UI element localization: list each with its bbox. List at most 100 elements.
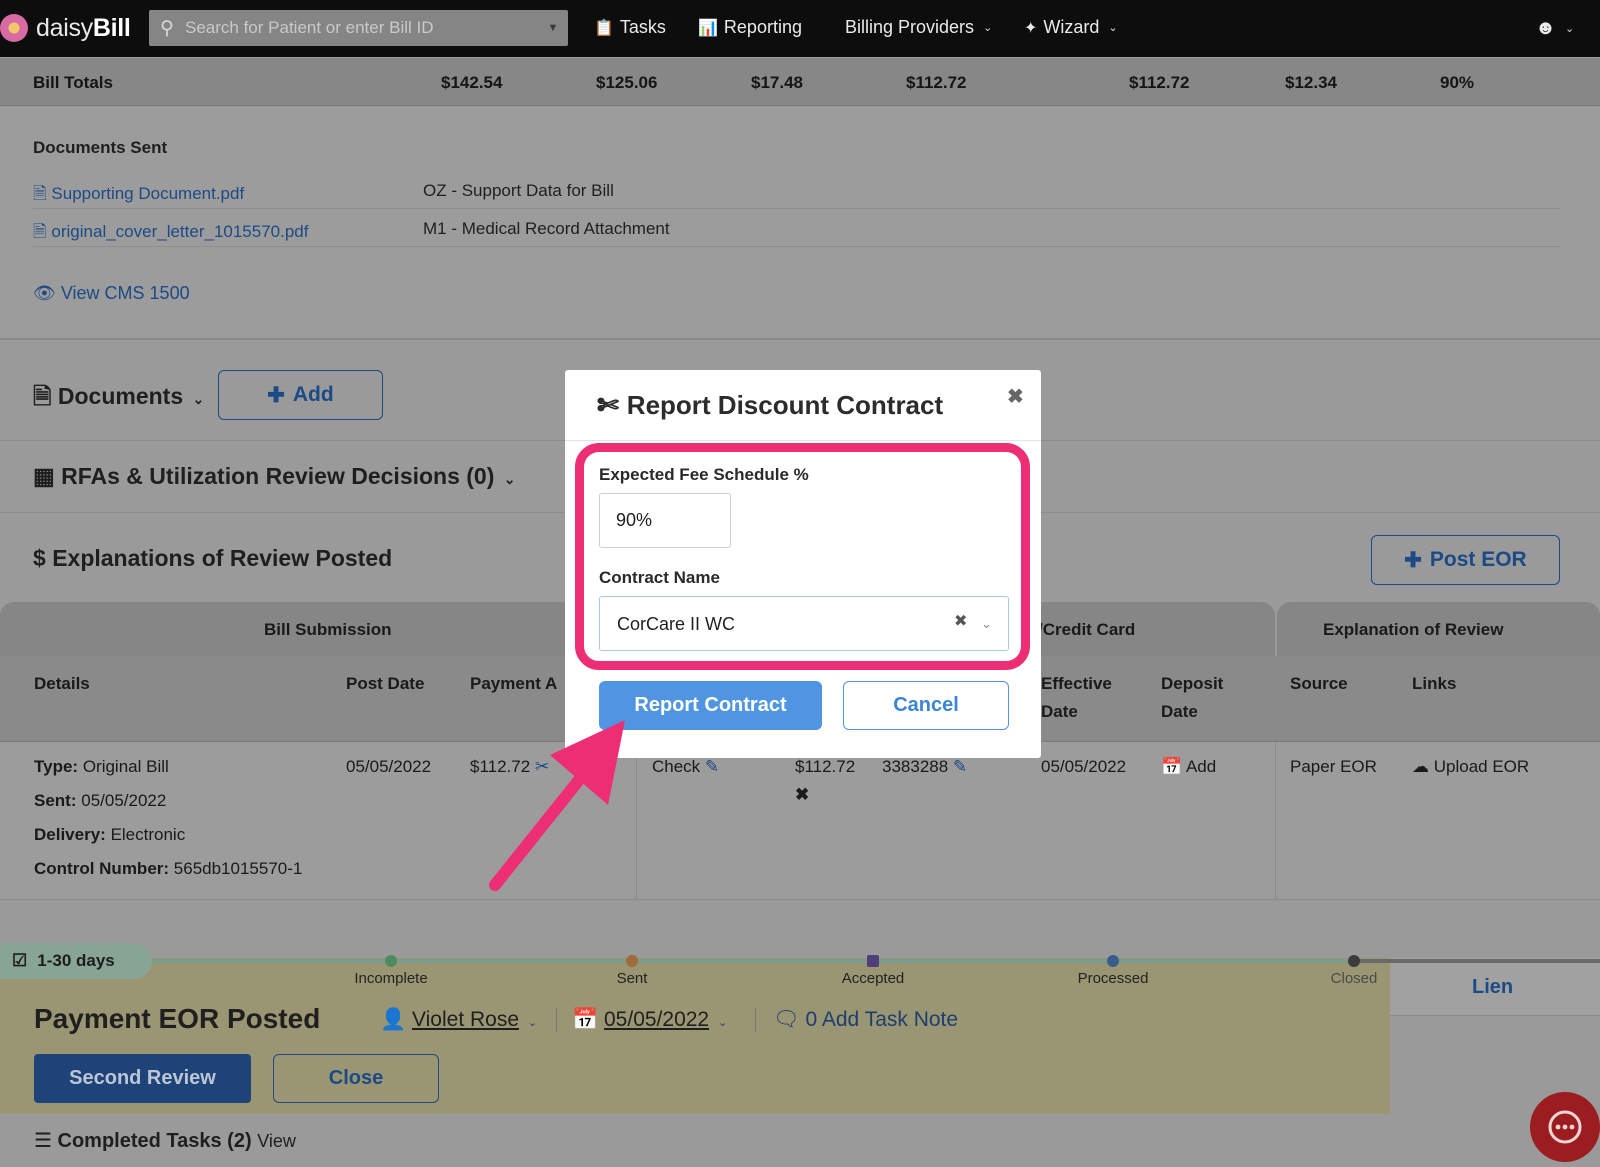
document-link[interactable]: 🗎 original_cover_letter_1015570.pdf [33,219,308,248]
add-task-note-link[interactable]: 🗨 0 Add Task Note [773,1008,958,1032]
explanation-heading: Explanation of Review [1323,620,1504,639]
rfas-section-title[interactable]: ▦ RFAs & Utilization Review Decisions (0… [33,463,516,490]
due-date-value: 05/05/2022 [604,1008,710,1031]
row-delivery: Delivery: Electronic [34,825,186,844]
nav-wizard[interactable]: ✦ Wizard ⌄ [1024,17,1118,38]
chat-button[interactable] [1530,1092,1600,1162]
magic-wand-icon: ✦ [1024,19,1038,37]
document-file-name: Supporting Document.pdf [51,184,245,203]
calculator-icon: ▦ [33,463,62,489]
plus-icon: ✚ [1404,548,1422,572]
stage-label: Sent [616,970,648,987]
user-menu[interactable]: ☻ ⌄ [1535,17,1574,40]
list-icon: ☰ [34,1130,52,1152]
pdf-icon: 🗎 [33,383,58,409]
nav-tasks[interactable]: 📋 Tasks [594,17,666,38]
cloud-upload-icon: ☁ [1412,757,1429,776]
add-deposit-date-link[interactable]: 📅 Add [1161,757,1216,777]
document-row: 🗎 Supporting Document.pdf OZ - Support D… [33,171,1561,209]
days-badge: ☑ 1-30 days [0,943,152,979]
task-status-title: Payment EOR Posted [34,1003,321,1034]
document-file-name: original_cover_letter_1015570.pdf [51,222,309,241]
documents-sent-panel: Documents Sent 🗎 Supporting Document.pdf… [0,107,1600,340]
col-payment: Payment A [470,674,558,693]
plus-icon: ✚ [267,383,285,407]
rfas-title-label: RFAs & Utilization Review Decisions (0) [61,463,495,489]
post-eor-button[interactable]: ✚ Post EOR [1371,535,1560,585]
stage-label: Incomplete [354,970,428,987]
stage-label: Closed [1330,970,1378,987]
document-description: OZ - Support Data for Bill [423,181,614,200]
brand-logo[interactable]: daisyBill [0,12,131,44]
credit-card-heading: /Credit Card [1038,620,1136,639]
nav-billing-providers[interactable]: Billing Providers ⌄ [845,17,992,38]
pdf-icon: 🗎 [33,222,52,241]
stage-label: Accepted [841,970,905,987]
upload-eor-link[interactable]: ☁ Upload EOR [1412,757,1529,777]
col-deposit-date: Deposit Date [1161,674,1224,721]
eye-icon: 👁 [33,283,61,303]
user-icon: 👤 [380,1008,407,1031]
close-icon[interactable]: ✖ [1007,384,1024,409]
clipboard-check-icon: ☑ [12,951,28,970]
bar-chart-icon: 📊 [698,19,718,37]
view-cms1500-label: View CMS 1500 [60,283,190,303]
nav-wizard-label: Wizard [1043,17,1100,37]
checkbox-icon [867,955,879,967]
clipboard-icon: 📋 [594,19,614,37]
second-review-button[interactable]: Second Review [34,1054,251,1103]
completed-tasks-label: Completed Tasks (2) [57,1130,252,1152]
nav-reporting[interactable]: 📊 Reporting [698,17,802,38]
nav-tasks-label: Tasks [619,17,666,37]
chat-bubble-icon [1548,1110,1582,1144]
nav-billing-providers-label: Billing Providers [845,17,975,37]
total-value: $12.34 [1285,73,1337,92]
total-value: $112.72 [1129,73,1190,92]
eor-title-label: Explanations of Review Posted [52,545,393,571]
chevron-down-icon: ⌄ [983,22,993,34]
row-control-number: Control Number: 565db1015570-1 [34,859,303,878]
check-icon [385,955,397,967]
chevron-down-icon: ⌄ [503,471,516,487]
nav-reporting-label: Reporting [723,17,802,37]
total-value: $112.72 [906,73,967,92]
post-eor-label: Post EOR [1429,548,1527,571]
remove-icon[interactable]: ✖ [795,785,809,805]
documents-sent-heading: Documents Sent [33,138,168,157]
status-dot-icon [1348,955,1360,967]
total-value: $142.54 [441,73,503,92]
due-date-dropdown[interactable]: 📅 05/05/2022 ⌄ [572,1008,727,1032]
close-task-button[interactable]: Close [273,1054,439,1103]
document-row: 🗎 original_cover_letter_1015570.pdf M1 -… [33,209,1561,247]
search-input[interactable]: Search for Patient or enter Bill ID [185,18,538,38]
add-document-button[interactable]: ✚ Add [218,370,383,420]
chevron-down-icon[interactable]: ▼ [538,22,568,34]
document-link[interactable]: 🗎 Supporting Document.pdf [33,181,244,210]
cancel-button[interactable]: Cancel [843,681,1009,730]
dollar-icon: $ [33,545,53,571]
lien-tab[interactable]: Lien [1390,958,1600,1016]
documents-section-title[interactable]: 🗎 Documents ⌄ [33,380,204,419]
search-icon: ⚲ [160,17,174,39]
documents-title-label: Documents [57,383,184,409]
daisy-logo-icon [0,14,28,42]
completed-tasks-view-link[interactable]: View [257,1131,296,1151]
view-cms1500-link[interactable]: 👁 View CMS 1500 [33,283,190,304]
add-deposit-label: Add [1185,757,1217,776]
col-post-date: Post Date [346,674,425,693]
row-amount: $112.72 [795,757,856,776]
patient-search[interactable]: ⚲ Search for Patient or enter Bill ID ▼ [149,10,568,46]
row-post-date: 05/05/2022 [346,757,432,776]
edit-icon[interactable]: ✎ [705,757,719,776]
brand-name: daisyBill [36,13,131,42]
calendar-icon: 📅 [1161,757,1183,776]
progress-track-remaining [1355,959,1600,963]
pdf-icon: 🗎 [33,184,52,203]
annotation-highlight [575,443,1030,670]
arrow-right-icon [626,955,638,967]
chevron-down-icon: ⌄ [717,1017,728,1029]
edit-icon[interactable]: ✎ [953,757,967,776]
chevron-down-icon: ⌄ [1565,23,1575,35]
assignee-dropdown[interactable]: 👤 Violet Rose ⌄ [380,1008,537,1032]
stage-label: Processed [1077,970,1149,987]
